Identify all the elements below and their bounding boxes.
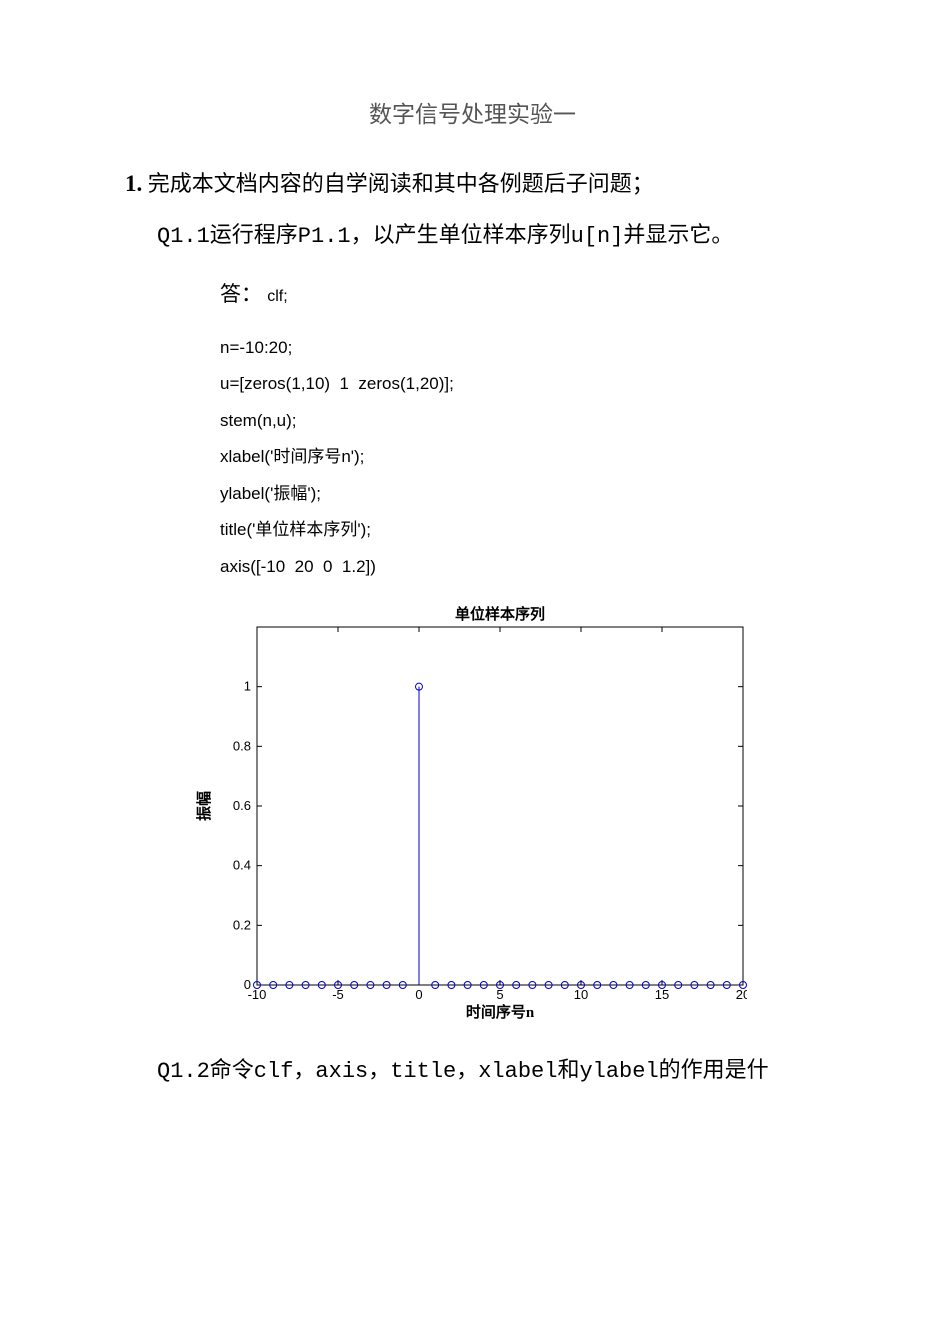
chart-title: 单位样本序列 <box>455 605 545 623</box>
svg-text:0.6: 0.6 <box>233 798 251 813</box>
document-title: 数字信号处理实验一 <box>125 95 820 129</box>
question-1-1: Q1.1运行程序P1.1，以产生单位样本序列u[n]并显示它。 <box>157 220 820 253</box>
code-line-1: n=-10:20; <box>220 330 820 367</box>
section-1-heading: 1. 完成本文档内容的自学阅读和其中各例题后子问题； <box>125 167 820 202</box>
code-line-3: stem(n,u); <box>220 403 820 440</box>
svg-text:-5: -5 <box>332 987 344 1002</box>
svg-text:1: 1 <box>244 679 251 694</box>
svg-text:5: 5 <box>496 987 503 1002</box>
svg-text:-10: -10 <box>248 987 267 1002</box>
chart-ylabel: 振幅 <box>195 791 213 821</box>
chart-xlabel: 时间序号n <box>466 1003 535 1021</box>
code-clf: clf; <box>267 288 287 305</box>
chart-container: 单位样本序列 0 0.2 0.4 0.6 0.8 1 -10 -5 0 5 10 15 20 振幅 时… <box>185 597 820 1030</box>
question-1-2: Q1.2命令clf，axis，title，xlabel和ylabel的作用是什 <box>157 1055 820 1088</box>
answer-line: 答： clf; <box>220 278 820 308</box>
section-1-number: 1. <box>125 171 142 196</box>
chart-xticks: -10 -5 0 5 10 15 20 <box>248 627 747 1002</box>
code-line-6: title('单位样本序列'); <box>220 512 820 549</box>
svg-text:0: 0 <box>415 987 422 1002</box>
svg-text:20: 20 <box>736 987 747 1002</box>
svg-text:0.4: 0.4 <box>233 858 251 873</box>
code-block: n=-10:20; u=[zeros(1,10) 1 zeros(1,20)];… <box>220 330 820 586</box>
code-line-2: u=[zeros(1,10) 1 zeros(1,20)]; <box>220 366 820 403</box>
answer-label: 答： <box>220 282 262 306</box>
svg-text:15: 15 <box>655 987 669 1002</box>
svg-text:0.2: 0.2 <box>233 918 251 933</box>
svg-text:10: 10 <box>574 987 588 1002</box>
chart-yticks: 00.20.40.60.81 <box>233 679 743 992</box>
section-1-text: 完成本文档内容的自学阅读和其中各例题后子问题； <box>148 171 654 196</box>
code-line-4: xlabel('时间序号n'); <box>220 439 820 476</box>
chart-stems <box>254 683 747 988</box>
code-line-7: axis([-10 20 0 1.2]) <box>220 549 820 586</box>
code-line-5: ylabel('振幅'); <box>220 476 820 513</box>
svg-text:0.8: 0.8 <box>233 739 251 754</box>
stem-chart: 单位样本序列 0 0.2 0.4 0.6 0.8 1 -10 -5 0 5 10 15 20 振幅 时… <box>185 597 747 1025</box>
